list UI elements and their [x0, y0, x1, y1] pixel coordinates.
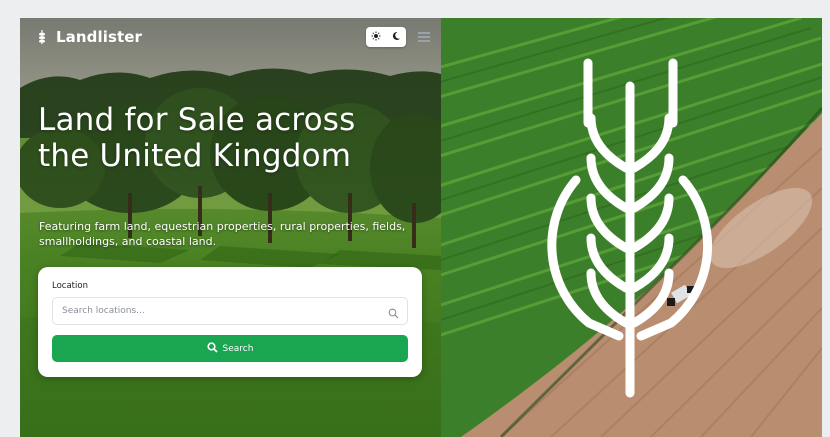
location-field: [52, 297, 408, 325]
hero-title: Land for Sale across the United Kingdom: [38, 102, 356, 174]
theme-toggle[interactable]: [366, 27, 406, 47]
brand-name: Landlister: [56, 28, 143, 46]
search-card: Location Search: [38, 267, 422, 377]
location-label: Location: [52, 281, 88, 291]
feature-image: [441, 18, 822, 437]
search-icon: [206, 341, 218, 356]
hamburger-menu-icon[interactable]: [418, 32, 430, 42]
search-icon: [388, 306, 399, 324]
hero-subtitle: Featuring farm land, equestrian properti…: [39, 220, 406, 248]
location-search-input[interactable]: [53, 298, 407, 324]
search-button-label: Search: [222, 343, 254, 354]
app-window: Landlister Land for Sale across the Unit…: [20, 18, 822, 437]
moon-icon[interactable]: [391, 28, 401, 46]
hero-section: Landlister Land for Sale across the Unit…: [20, 18, 441, 437]
top-navigation-bar: Landlister: [20, 18, 441, 58]
brand-logo-link[interactable]: Landlister: [36, 28, 142, 46]
aerial-field-image: [441, 18, 822, 437]
sun-icon[interactable]: [371, 28, 381, 46]
wheat-icon: [36, 29, 48, 45]
search-button[interactable]: Search: [52, 335, 408, 362]
